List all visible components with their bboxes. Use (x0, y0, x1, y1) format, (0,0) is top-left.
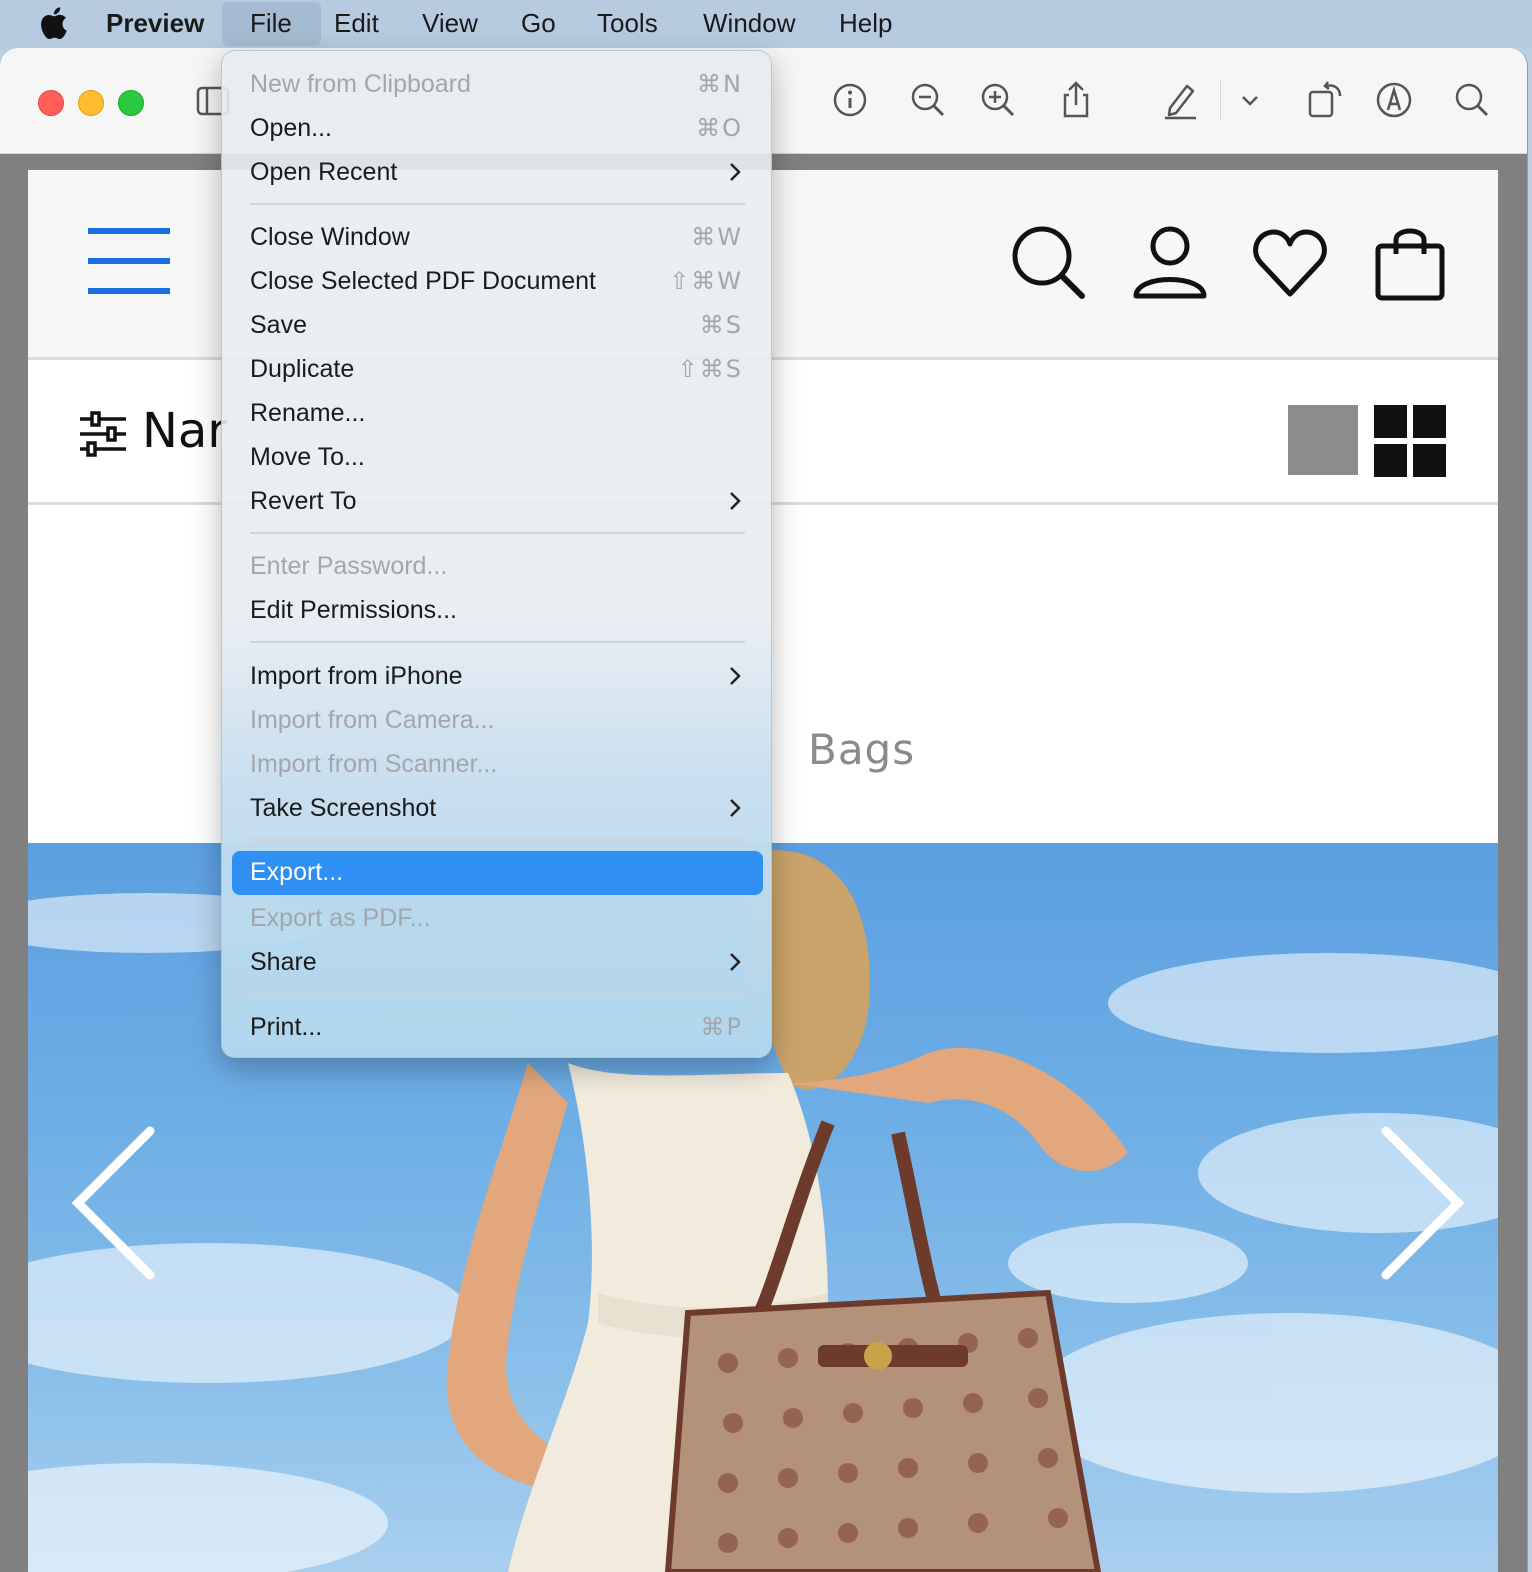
menu-item-duplicate[interactable]: Duplicate ⇧⌘S (232, 348, 763, 390)
zoom-window-button[interactable] (118, 90, 144, 116)
minimize-window-button[interactable] (78, 90, 104, 116)
chevron-right-icon (730, 667, 741, 685)
chevron-down-icon[interactable] (1228, 78, 1272, 122)
menu-separator (250, 532, 745, 534)
category-title: Bags (808, 725, 916, 774)
menu-item-close-window[interactable]: Close Window ⌘W (232, 216, 763, 258)
zoom-in-icon[interactable] (976, 78, 1020, 122)
menu-item-open[interactable]: Open... ⌘O (232, 107, 763, 149)
menu-item-new-from-clipboard: New from Clipboard ⌘N (232, 63, 763, 105)
grid-view-toggle[interactable] (1374, 405, 1446, 477)
menu-edit[interactable]: Edit (320, 0, 393, 46)
menu-view[interactable]: View (408, 0, 492, 46)
menu-bar: Preview File Edit View Go Tools Window H… (0, 0, 1532, 48)
chevron-right-icon (730, 799, 741, 817)
menu-item-label: Move To... (250, 443, 365, 471)
menu-item-label: Export as PDF... (250, 904, 431, 932)
menu-item-shortcut: ⌘S (699, 311, 743, 339)
menu-item-label: Close Selected PDF Document (250, 267, 596, 295)
menu-item-move-to[interactable]: Move To... (232, 436, 763, 478)
menu-app-name[interactable]: Preview (92, 0, 218, 46)
menu-item-label: New from Clipboard (250, 70, 471, 98)
account-icon[interactable] (1130, 224, 1210, 304)
chevron-right-icon (730, 492, 741, 510)
menu-item-share[interactable]: Share (232, 941, 763, 983)
menu-item-shortcut: ⌘N (697, 70, 743, 98)
menu-separator (250, 203, 745, 205)
toolbar-divider (1220, 80, 1221, 120)
menu-item-save[interactable]: Save ⌘S (232, 304, 763, 346)
menu-file[interactable]: File (222, 2, 321, 46)
filter-sliders-icon[interactable] (78, 411, 128, 457)
menu-item-shortcut: ⌘P (700, 1013, 743, 1041)
menu-separator (250, 839, 745, 841)
chevron-right-icon (730, 163, 741, 181)
menu-item-shortcut: ⇧⌘W (669, 267, 743, 295)
zoom-out-icon[interactable] (906, 78, 950, 122)
chevron-right-icon (730, 953, 741, 971)
search-icon[interactable] (1450, 78, 1494, 122)
apple-logo-icon[interactable] (38, 6, 68, 40)
menu-item-shortcut: ⌘O (696, 114, 743, 142)
menu-item-label: Import from Camera... (250, 706, 495, 734)
info-icon[interactable] (828, 78, 872, 122)
menu-item-label: Import from Scanner... (250, 750, 498, 778)
menu-item-enter-password: Enter Password... (232, 545, 763, 587)
hamburger-menu-icon[interactable] (88, 228, 170, 298)
menu-item-label: Rename... (250, 399, 366, 427)
menu-item-label: Duplicate (250, 355, 355, 383)
menu-item-import-from-iphone[interactable]: Import from iPhone (232, 655, 763, 697)
wishlist-heart-icon[interactable] (1250, 224, 1330, 304)
close-window-button[interactable] (38, 90, 64, 116)
filter-label[interactable]: Nar (142, 403, 227, 459)
single-view-toggle[interactable] (1288, 405, 1358, 475)
menu-item-shortcut: ⇧⌘S (677, 355, 743, 383)
menu-item-edit-permissions[interactable]: Edit Permissions... (232, 589, 763, 631)
file-menu-dropdown: New from Clipboard ⌘N Open... ⌘O Open Re… (221, 50, 772, 1058)
menu-item-export-as-pdf: Export as PDF... (232, 897, 763, 939)
menu-item-label: Enter Password... (250, 552, 448, 580)
menu-go[interactable]: Go (507, 0, 570, 46)
menu-item-label: Open Recent (250, 158, 398, 186)
menu-item-open-recent[interactable]: Open Recent (232, 151, 763, 193)
menu-item-import-from-scanner: Import from Scanner... (232, 743, 763, 785)
menu-item-take-screenshot[interactable]: Take Screenshot (232, 787, 763, 829)
menu-item-label: Take Screenshot (250, 794, 437, 822)
menu-help[interactable]: Help (825, 0, 906, 46)
menu-separator (250, 993, 745, 995)
menu-item-label: Export... (250, 858, 344, 886)
menu-item-label: Import from iPhone (250, 662, 463, 690)
menu-item-rename[interactable]: Rename... (232, 392, 763, 434)
menu-item-export[interactable]: Export... (232, 851, 763, 895)
carousel-next-arrow[interactable] (1368, 1123, 1468, 1283)
menu-item-shortcut: ⌘W (691, 223, 743, 251)
menu-item-label: Close Window (250, 223, 410, 251)
menu-item-revert-to[interactable]: Revert To (232, 480, 763, 522)
menu-item-label: Save (250, 311, 307, 339)
menu-item-label: Share (250, 948, 317, 976)
menu-item-label: Print... (250, 1013, 323, 1041)
carousel-prev-arrow[interactable] (68, 1123, 168, 1283)
menu-item-label: Revert To (250, 487, 357, 515)
menu-item-import-from-camera: Import from Camera... (232, 699, 763, 741)
menu-tools[interactable]: Tools (583, 0, 672, 46)
annotate-icon[interactable] (1372, 78, 1416, 122)
menu-window[interactable]: Window (689, 0, 809, 46)
menu-item-close-selected-pdf[interactable]: Close Selected PDF Document ⇧⌘W (232, 260, 763, 302)
menu-item-label: Open... (250, 114, 332, 142)
menu-item-print[interactable]: Print... ⌘P (232, 1006, 763, 1048)
shopping-bag-icon[interactable] (1370, 224, 1450, 304)
site-search-icon[interactable] (1010, 224, 1090, 304)
rotate-icon[interactable] (1302, 78, 1346, 122)
menu-separator (250, 641, 745, 643)
menu-item-label: Edit Permissions... (250, 596, 458, 624)
markup-pen-icon[interactable] (1158, 78, 1202, 122)
share-icon[interactable] (1054, 78, 1098, 122)
